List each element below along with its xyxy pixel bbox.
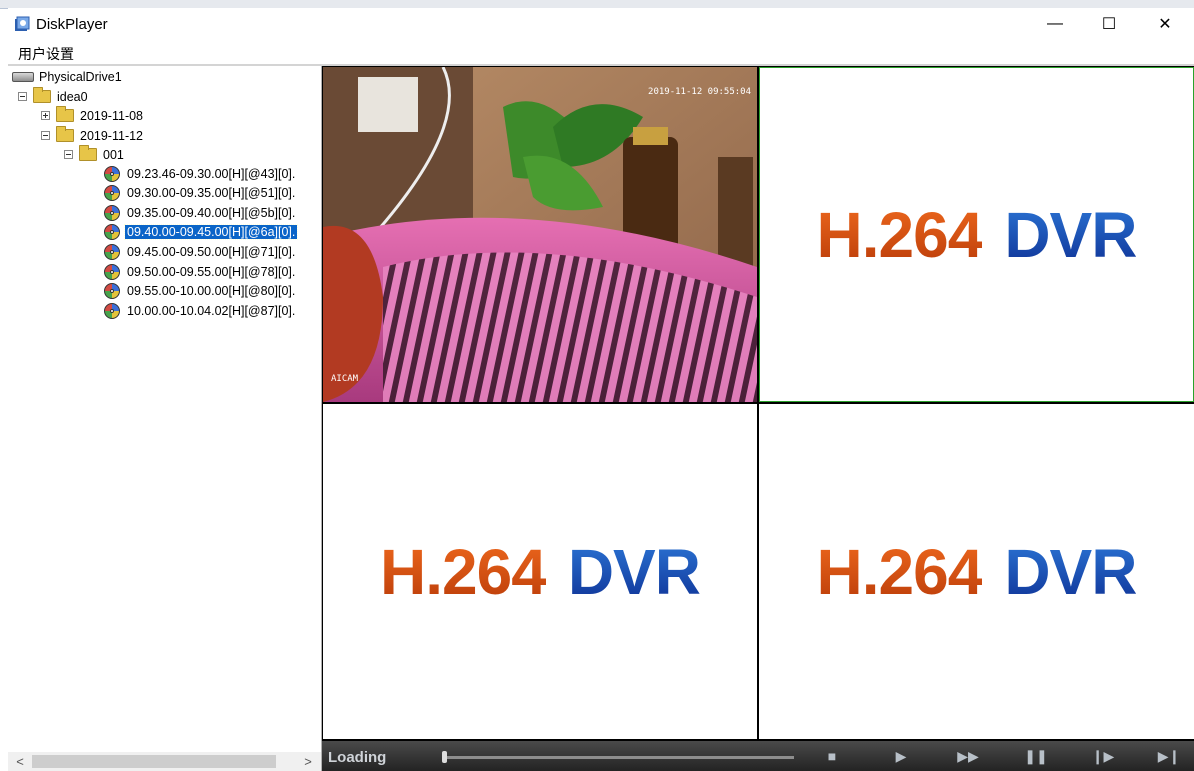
tree-item-label: 09.45.00-09.50.00[H][@71][0].: [127, 244, 296, 259]
app-icon: [15, 16, 30, 31]
logo-text-dvr: DVR: [1004, 535, 1137, 608]
video-channel-1[interactable]: 2019-11-12 09:55:04 AICAM: [323, 67, 757, 402]
tree-item-label: 10.00.00-10.04.02[H][@87][0].: [127, 303, 296, 318]
tree-item-file[interactable]: 09.23.46-09.30.00[H][@43][0].: [104, 164, 297, 183]
progress-handle[interactable]: [442, 751, 447, 763]
video-file-icon: [104, 302, 120, 319]
step-end-button[interactable]: ▶❙: [1156, 747, 1182, 765]
minimize-button[interactable]: —: [1032, 8, 1078, 40]
tree-item-label: 2019-11-12: [80, 128, 144, 143]
tree-item-label: PhysicalDrive1: [39, 69, 122, 84]
tree-item-label: 09.35.00-09.40.00[H][@5b][0].: [127, 205, 296, 220]
video-channel-2[interactable]: H.264 DVR: [759, 67, 1194, 402]
video-file-icon: [104, 263, 120, 280]
collapse-icon[interactable]: [64, 150, 73, 159]
tree-item-label: 09.23.46-09.30.00[H][@43][0].: [127, 166, 296, 181]
video-file-icon: [104, 165, 120, 182]
tree-item-drive[interactable]: PhysicalDrive1: [12, 67, 122, 86]
tree-item-label: 09.30.00-09.35.00[H][@51][0].: [127, 186, 296, 201]
scroll-right-arrow[interactable]: >: [300, 753, 316, 770]
tree-item-label: 2019-11-08: [80, 108, 144, 123]
camera-feed-image: [323, 67, 757, 402]
menu-bar: 用户设置: [8, 40, 1194, 64]
file-tree: PhysicalDrive1 idea0 2019-11-08 2019-11-…: [8, 66, 323, 771]
scroll-thumb[interactable]: [32, 755, 276, 768]
horizontal-scrollbar[interactable]: < >: [8, 752, 321, 771]
folder-icon: [79, 145, 97, 161]
folder-icon: [56, 106, 74, 122]
folder-icon: [33, 87, 51, 103]
logo-text-h264: H.264: [816, 535, 984, 608]
menu-user-settings[interactable]: 用户设置: [18, 44, 74, 64]
tree-item-file[interactable]: 09.30.00-09.35.00[H][@51][0].: [104, 184, 297, 203]
scroll-left-arrow[interactable]: <: [12, 753, 28, 770]
tree-item-file[interactable]: 10.00.00-10.04.02[H][@87][0].: [104, 301, 297, 320]
progress-track[interactable]: [444, 756, 794, 759]
fast-forward-button[interactable]: ▶▶: [955, 747, 981, 765]
window-title: DiskPlayer: [36, 16, 108, 33]
tree-item-file[interactable]: 09.45.00-09.50.00[H][@71][0].: [104, 242, 297, 261]
video-file-icon: [104, 204, 120, 221]
tree-item-label: 001: [103, 147, 124, 162]
video-file-icon: [104, 283, 120, 300]
tree-item-file[interactable]: 09.40.00-09.45.00[H][@6a][0].: [104, 223, 299, 242]
video-file-icon: [104, 185, 120, 202]
video-channel-3[interactable]: H.264 DVR: [323, 404, 757, 739]
tree-item-label: idea0: [57, 89, 88, 104]
title-bar: DiskPlayer — ☐ ✕: [8, 8, 1194, 40]
expand-icon[interactable]: [41, 111, 50, 120]
play-button[interactable]: ▶: [888, 747, 914, 765]
tree-item-label: 09.40.00-09.45.00[H][@6a][0].: [123, 224, 299, 241]
logo-text-h264: H.264: [380, 535, 547, 608]
tree-item-channel[interactable]: 001: [64, 145, 124, 164]
tree-item-date[interactable]: 2019-11-08: [41, 106, 143, 125]
tree-item-file[interactable]: 09.50.00-09.55.00[H][@78][0].: [104, 262, 297, 281]
video-channel-4[interactable]: H.264 DVR: [759, 404, 1194, 739]
step-forward-button[interactable]: ❙▶: [1090, 747, 1116, 765]
maximize-button[interactable]: ☐: [1086, 8, 1132, 40]
h264-dvr-logo: H.264 DVR: [759, 67, 1194, 402]
h264-dvr-logo: H.264 DVR: [759, 404, 1194, 739]
folder-icon: [56, 126, 74, 142]
camera-name-overlay: AICAM: [331, 374, 359, 384]
video-file-icon: [104, 243, 120, 260]
close-button[interactable]: ✕: [1142, 8, 1188, 40]
tree-item-label: 09.50.00-09.55.00[H][@78][0].: [127, 264, 296, 279]
status-text: Loading: [328, 749, 387, 766]
logo-text-dvr: DVR: [1004, 198, 1137, 271]
collapse-icon[interactable]: [41, 131, 50, 140]
tree-item-file[interactable]: 09.55.00-10.00.00[H][@80][0].: [104, 282, 297, 301]
tree-item-file[interactable]: 09.35.00-09.40.00[H][@5b][0].: [104, 203, 297, 222]
playback-bar: Loading ■ ▶ ▶▶ ❚❚ ❙▶ ▶❙: [322, 741, 1194, 771]
hard-drive-icon: [12, 71, 34, 82]
video-grid: 2019-11-12 09:55:04 AICAM H.264 DVR H.26…: [322, 66, 1194, 741]
h264-dvr-logo: H.264 DVR: [323, 404, 757, 739]
tree-item-date[interactable]: 2019-11-12: [41, 126, 143, 145]
pause-button[interactable]: ❚❚: [1023, 747, 1049, 765]
tree-item-disk[interactable]: idea0: [18, 87, 88, 106]
logo-text-h264: H.264: [816, 198, 984, 271]
logo-text-dvr: DVR: [567, 535, 701, 608]
tree-item-label: 09.55.00-10.00.00[H][@80][0].: [127, 284, 296, 299]
stop-button[interactable]: ■: [819, 747, 845, 765]
video-file-icon: [104, 224, 120, 241]
collapse-icon[interactable]: [18, 92, 27, 101]
camera-timestamp: 2019-11-12 09:55:04: [648, 87, 751, 97]
